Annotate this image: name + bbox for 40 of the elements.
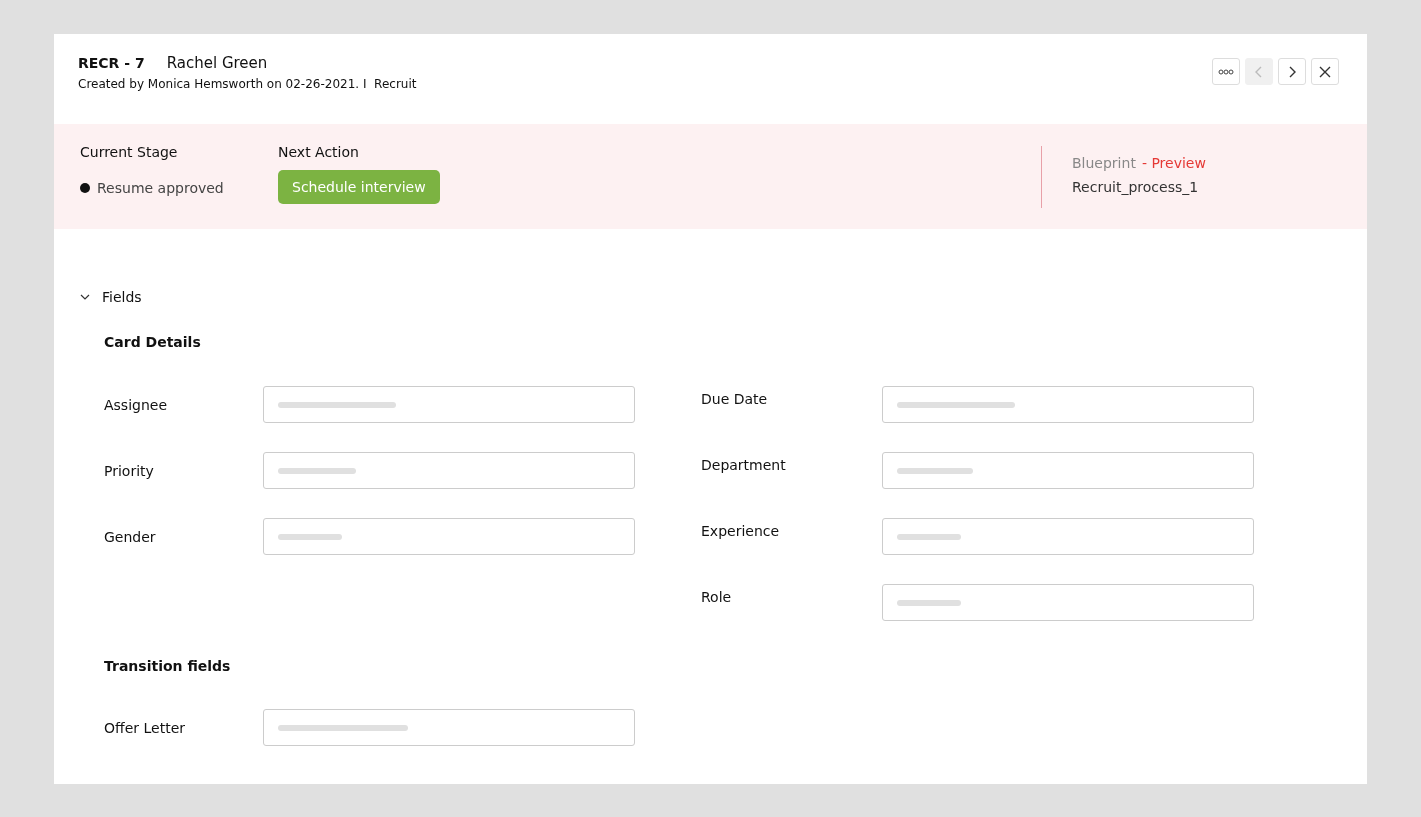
close-icon (1319, 65, 1331, 78)
chevron-icon (80, 294, 90, 300)
placeholder-bar (278, 533, 342, 540)
input-field[interactable] (882, 518, 1254, 555)
preview-tag: - Preview (1141, 155, 1206, 171)
field-label: Assignee (104, 396, 169, 413)
chevron-right-icon (1288, 65, 1296, 78)
fields-toggle[interactable]: Fields (80, 289, 142, 305)
field-label: Experience (701, 522, 781, 539)
field-label: Role (701, 588, 733, 605)
placeholder-bar (897, 533, 961, 540)
created-info: Created by Monica Hemsworth on 02-26-2021. I Recruit (78, 77, 417, 91)
blueprint-name: Recruit_process_1 (1072, 179, 1200, 195)
placeholder-bar (897, 599, 961, 606)
chevron-left-icon (1255, 65, 1263, 78)
input-field[interactable] (263, 452, 635, 489)
current-stage-value: Resume approved (97, 180, 224, 196)
record-id: RECR - 7 (78, 55, 145, 71)
field-label: Offer Letter (104, 719, 186, 736)
more-button[interactable] (1212, 58, 1240, 85)
more-icon (1218, 68, 1234, 75)
current-stage-label: Current Stage (80, 144, 179, 160)
field-label: Gender (104, 528, 157, 545)
input-field[interactable] (882, 452, 1254, 489)
record-name: Rachel Green (166, 54, 268, 72)
stage-dot-icon (80, 183, 90, 193)
input-field[interactable] (263, 518, 635, 555)
blueprint-label: Blueprint (1072, 155, 1136, 171)
field-label: Department (701, 456, 787, 473)
input-field[interactable] (882, 584, 1254, 621)
field-label: Priority (104, 462, 155, 479)
input-field[interactable] (263, 386, 635, 423)
section-heading: Card Details (104, 334, 202, 350)
input-field[interactable] (263, 709, 635, 746)
section-heading: Transition fields (104, 658, 232, 674)
input-field[interactable] (882, 386, 1254, 423)
close-button[interactable] (1311, 58, 1339, 85)
next-action-label: Next Action (278, 144, 360, 160)
next-button[interactable] (1278, 58, 1306, 85)
field-label: Due Date (701, 390, 769, 407)
